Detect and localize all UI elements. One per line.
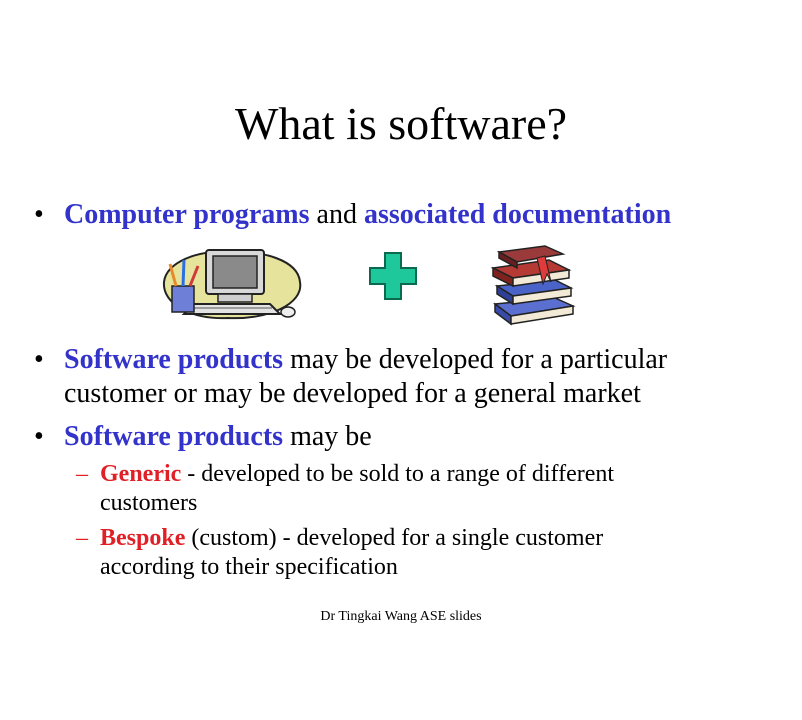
sub-item-bespoke-line-2: according to their specification	[100, 554, 398, 580]
bullet-marker: •	[34, 344, 44, 375]
bullet-marker: •	[34, 199, 44, 230]
bullet-2-line-1: Software products may be developed for a…	[64, 343, 667, 377]
sub-bullet-marker: –	[76, 525, 88, 551]
bullet-3-rest: may be	[283, 421, 372, 452]
bullet-3-emph: Software products	[64, 421, 284, 452]
slide-title: What is software?	[234, 98, 568, 149]
sub-item-generic-line-1: Generic - developed to be sold to a rang…	[100, 460, 614, 489]
sub-bullet-marker: –	[76, 461, 88, 487]
plus-icon	[369, 252, 417, 300]
sub-item-bespoke-emph: Bespoke	[100, 525, 186, 551]
computer-clipart-icon	[162, 249, 302, 320]
bullet-2-rest: may be developed for a particular	[283, 344, 668, 375]
slide-footer: Dr Tingkai Wang ASE slides	[320, 609, 482, 624]
bullet-1-text: Computer programs and associated documen…	[64, 198, 671, 232]
sub-item-generic-emph: Generic	[100, 461, 182, 487]
sub-item-generic-line-2: customers	[100, 490, 198, 516]
books-clipart-icon	[490, 245, 576, 326]
bullet-1-emph-documentation: associated documentation	[363, 199, 672, 230]
bullet-1-emph-programs: Computer programs	[64, 199, 310, 230]
bullet-3-line-1: Software products may be	[64, 420, 372, 454]
bullet-marker: •	[34, 421, 44, 452]
bullet-2-emph: Software products	[64, 344, 284, 375]
sub-item-bespoke-line-1: Bespoke (custom) - developed for a singl…	[100, 524, 603, 553]
sub-item-generic-rest: - developed to be sold to a range of dif…	[181, 461, 615, 487]
sub-item-bespoke-rest: (custom) - developed for a single custom…	[185, 525, 604, 551]
bullet-2-line-2: customer or may be developed for a gener…	[64, 378, 641, 409]
bullet-1-connector: and	[309, 199, 364, 230]
